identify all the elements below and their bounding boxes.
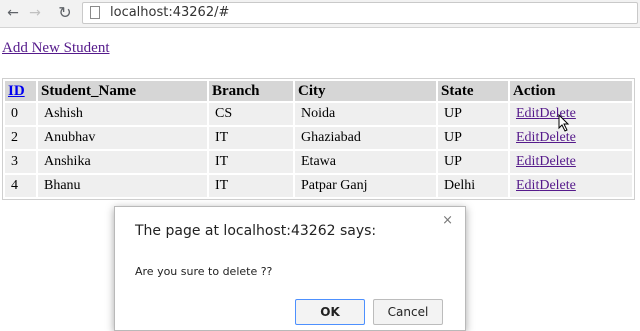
cell-state: UP — [438, 127, 508, 149]
cell-name: Anubhav — [38, 127, 207, 149]
cell-id: 4 — [5, 175, 36, 197]
ok-button[interactable]: OK — [295, 299, 365, 325]
cell-state: UP — [438, 103, 508, 125]
table-row: 3 Anshika IT Etawa UP EditDelete — [5, 151, 632, 173]
cell-name: Bhanu — [38, 175, 207, 197]
cell-city: Patpar Ganj — [295, 175, 436, 197]
address-bar[interactable]: localhost:43262/# — [82, 2, 638, 24]
cell-name: Anshika — [38, 151, 207, 173]
cell-city: Ghaziabad — [295, 127, 436, 149]
page-icon — [90, 6, 100, 19]
header-action: Action — [510, 81, 632, 101]
url-text: localhost:43262/# — [110, 5, 230, 20]
cell-state: Delhi — [438, 175, 508, 197]
id-sort-link[interactable]: ID — [8, 83, 25, 99]
edit-link[interactable]: Edit — [516, 178, 539, 193]
cell-branch: IT — [209, 175, 293, 197]
cell-id: 3 — [5, 151, 36, 173]
cell-state: UP — [438, 151, 508, 173]
cell-city: Noida — [295, 103, 436, 125]
edit-link[interactable]: Edit — [516, 130, 539, 145]
students-table: ID Student_Name Branch City State Action… — [2, 78, 635, 200]
header-branch: Branch — [209, 81, 293, 101]
delete-link[interactable]: Delete — [539, 178, 576, 193]
dialog-message: Are you sure to delete ?? — [135, 265, 273, 278]
cell-name: Ashish — [38, 103, 207, 125]
header-state: State — [438, 81, 508, 101]
delete-link[interactable]: Delete — [539, 130, 576, 145]
header-city: City — [295, 81, 436, 101]
mouse-cursor-icon — [558, 114, 570, 132]
cancel-button[interactable]: Cancel — [373, 299, 443, 325]
confirm-dialog: The page at localhost:43262 says: × Are … — [114, 206, 466, 331]
cell-branch: CS — [209, 103, 293, 125]
header-student-name: Student_Name — [38, 81, 207, 101]
edit-link[interactable]: Edit — [516, 154, 539, 169]
add-new-student-link[interactable]: Add New Student — [2, 40, 110, 57]
forward-arrow-icon[interactable]: → — [26, 4, 44, 22]
table-row: 0 Ashish CS Noida UP EditDelete — [5, 103, 632, 125]
table-row: 2 Anubhav IT Ghaziabad UP EditDelete — [5, 127, 632, 149]
header-id[interactable]: ID — [5, 81, 36, 101]
delete-link[interactable]: Delete — [539, 154, 576, 169]
table-row: 4 Bhanu IT Patpar Ganj Delhi EditDelete — [5, 175, 632, 197]
cell-action: EditDelete — [510, 151, 632, 173]
back-arrow-icon[interactable]: ← — [4, 4, 22, 22]
edit-link[interactable]: Edit — [516, 106, 539, 121]
cell-action: EditDelete — [510, 175, 632, 197]
cell-city: Etawa — [295, 151, 436, 173]
browser-toolbar: ← → ↻ localhost:43262/# — [0, 0, 640, 28]
cell-id: 2 — [5, 127, 36, 149]
close-icon[interactable]: × — [442, 213, 453, 228]
cell-branch: IT — [209, 127, 293, 149]
table-header-row: ID Student_Name Branch City State Action — [5, 81, 632, 101]
reload-icon[interactable]: ↻ — [56, 4, 74, 22]
dialog-title: The page at localhost:43262 says: — [135, 223, 377, 239]
cell-id: 0 — [5, 103, 36, 125]
cell-branch: IT — [209, 151, 293, 173]
